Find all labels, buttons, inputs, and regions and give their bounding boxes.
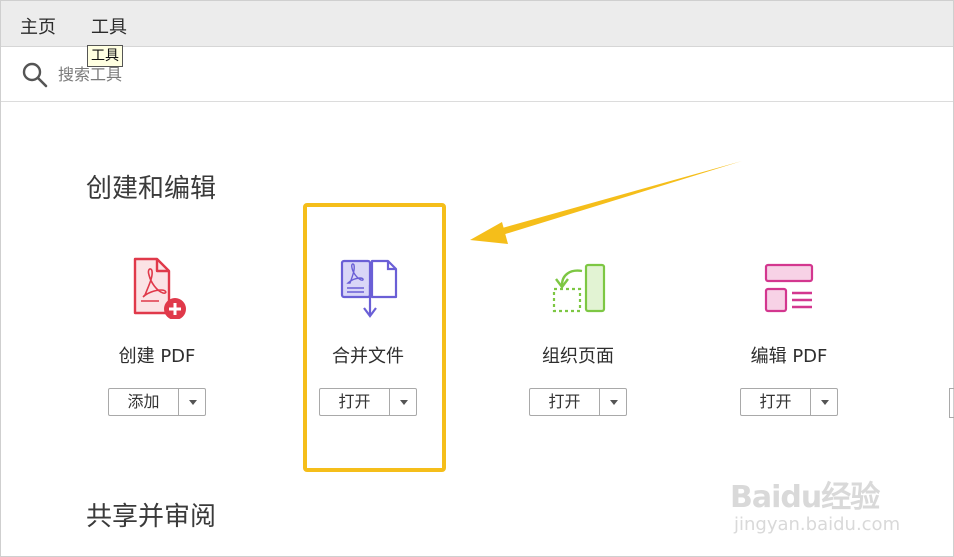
- chevron-down-icon[interactable]: [600, 389, 627, 415]
- edit-pdf-icon: [764, 263, 814, 313]
- tool-label: 组织页面: [542, 346, 614, 367]
- tool-card-edit-pdf[interactable]: 编辑 PDF 打开: [729, 255, 849, 425]
- open-button[interactable]: 打开: [740, 388, 838, 416]
- partial-tool-button[interactable]: [949, 388, 954, 418]
- watermark: Baidu经验 jingyan.baidu.com: [730, 462, 920, 542]
- create-pdf-icon: [133, 257, 186, 319]
- tool-card-create-pdf[interactable]: 创建 PDF 添加: [97, 255, 217, 425]
- tool-label: 编辑 PDF: [750, 346, 828, 367]
- menu-bar: 主页 工具: [1, 1, 953, 47]
- search-bar: [1, 47, 953, 102]
- open-button[interactable]: 打开: [529, 388, 627, 416]
- section-title-share-review: 共享并审阅: [86, 502, 217, 532]
- watermark-url: jingyan.baidu.com: [734, 514, 901, 535]
- add-button[interactable]: 添加: [108, 388, 206, 416]
- open-button-label[interactable]: 打开: [530, 389, 600, 415]
- search-icon: [22, 62, 48, 88]
- watermark-logo: Baidu经验: [730, 480, 880, 515]
- menu-tools[interactable]: 工具: [91, 13, 127, 39]
- tools-tooltip: 工具: [87, 45, 123, 67]
- chevron-down-icon[interactable]: [179, 389, 206, 415]
- tool-card-organize-pages[interactable]: 组织页面 打开: [518, 255, 638, 425]
- menu-home[interactable]: 主页: [20, 13, 56, 39]
- tool-label: 创建 PDF: [118, 346, 196, 367]
- section-title-create-edit: 创建和编辑: [86, 174, 217, 204]
- open-button-label[interactable]: 打开: [741, 389, 811, 415]
- organize-pages-icon: [552, 263, 606, 313]
- add-button-label[interactable]: 添加: [109, 389, 179, 415]
- chevron-down-icon[interactable]: [811, 389, 838, 415]
- annotation-highlight-box: [303, 203, 446, 472]
